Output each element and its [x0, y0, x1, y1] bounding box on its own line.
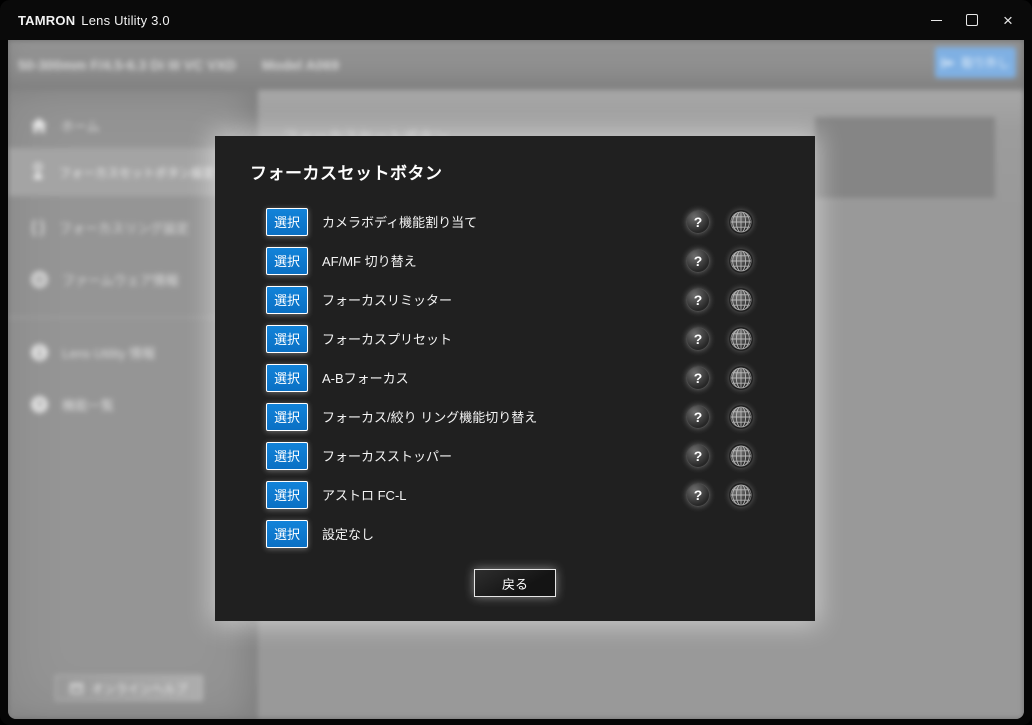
help-icon[interactable]: ? — [686, 249, 710, 273]
sidebar-item-label: フォーカスセットボタン設定 — [59, 164, 215, 181]
focus-set-button-dialog: フォーカスセットボタン 選択 カメラボディ機能割り当て ? — [215, 136, 815, 621]
lens-header: 50-300mm F/4.5-6.3 Di III VC VXD Model A… — [8, 40, 1024, 90]
function-row: 選択 フォーカス/絞り リング機能切り替え ? — [215, 397, 815, 436]
function-row: 選択 アストロ FC-L ? — [215, 475, 815, 514]
minimize-button[interactable] — [918, 0, 954, 40]
row-label: アストロ FC-L — [322, 485, 407, 504]
web-icon[interactable] — [729, 327, 753, 351]
focus-ring-icon — [30, 218, 46, 238]
firmware-icon — [30, 270, 49, 289]
function-row: 選択 A-Bフォーカス ? — [215, 358, 815, 397]
sidebar-item-label: フォーカスリング設定 — [59, 218, 189, 237]
back-button[interactable]: 戻る — [474, 569, 556, 597]
help-icon[interactable]: ? — [686, 366, 710, 390]
close-button[interactable]: × — [990, 0, 1026, 40]
select-button[interactable]: 選択 — [266, 520, 308, 548]
online-help-button[interactable]: オンラインヘルプ — [55, 675, 203, 701]
disconnect-label: 取り外し — [961, 54, 1009, 71]
web-icon[interactable] — [729, 405, 753, 429]
function-list-icon: ? — [30, 395, 49, 414]
info-icon — [30, 343, 49, 362]
content-placeholder-panel — [815, 117, 995, 198]
function-row: 選択 フォーカスストッパー ? — [215, 436, 815, 475]
select-button[interactable]: 選択 — [266, 442, 308, 470]
minimize-icon — [931, 20, 942, 21]
function-list: 選択 カメラボディ機能割り当て ? — [215, 202, 815, 553]
sidebar-item-label: Lens Utility 情報 — [62, 343, 155, 362]
eject-left-icon — [941, 57, 955, 69]
row-label: 設定なし — [322, 524, 374, 543]
help-icon[interactable]: ? — [686, 327, 710, 351]
row-label: フォーカスストッパー — [322, 446, 452, 465]
help-icon[interactable]: ? — [686, 288, 710, 312]
titlebar: TAMRON Lens Utility 3.0 × — [0, 0, 1032, 40]
external-window-icon — [70, 683, 83, 694]
web-icon[interactable] — [729, 210, 753, 234]
row-label: A-Bフォーカス — [322, 368, 409, 387]
select-button[interactable]: 選択 — [266, 364, 308, 392]
help-icon[interactable]: ? — [686, 444, 710, 468]
lens-model: Model A069 — [262, 57, 339, 73]
window-controls: × — [918, 0, 1026, 40]
function-row: 選択 フォーカスプリセット ? — [215, 319, 815, 358]
sidebar-item-label: ホーム — [61, 116, 100, 135]
function-row: 選択 AF/MF 切り替え ? — [215, 241, 815, 280]
home-icon — [30, 117, 48, 134]
maximize-button[interactable] — [954, 0, 990, 40]
web-icon[interactable] — [729, 288, 753, 312]
row-label: カメラボディ機能割り当て — [322, 212, 477, 231]
select-button[interactable]: 選択 — [266, 481, 308, 509]
close-icon: × — [1003, 12, 1013, 29]
web-icon[interactable] — [729, 483, 753, 507]
select-button[interactable]: 選択 — [266, 208, 308, 236]
lens-name: 50-300mm F/4.5-6.3 Di III VC VXD — [18, 57, 236, 73]
help-icon[interactable]: ? — [686, 210, 710, 234]
online-help-label: オンラインヘルプ — [91, 680, 187, 697]
sidebar-item-label: ファームウェア情報 — [62, 270, 179, 289]
function-row: 選択 フォーカスリミッター ? — [215, 280, 815, 319]
row-label: フォーカス/絞り リング機能切り替え — [322, 407, 537, 426]
web-icon[interactable] — [729, 366, 753, 390]
web-icon[interactable] — [729, 249, 753, 273]
dialog-title: フォーカスセットボタン — [250, 159, 443, 184]
disconnect-button[interactable]: 取り外し — [935, 47, 1016, 78]
web-icon[interactable] — [729, 444, 753, 468]
brand-name: TAMRON — [18, 13, 75, 28]
select-button[interactable]: 選択 — [266, 403, 308, 431]
maximize-icon — [966, 14, 978, 26]
app-title-text: Lens Utility 3.0 — [81, 13, 169, 28]
help-icon[interactable]: ? — [686, 405, 710, 429]
row-label: フォーカスプリセット — [322, 329, 452, 348]
select-button[interactable]: 選択 — [266, 325, 308, 353]
function-row: 選択 カメラボディ機能割り当て ? — [215, 202, 815, 241]
select-button[interactable]: 選択 — [266, 286, 308, 314]
sidebar-item-label: 機能一覧 — [62, 395, 114, 414]
svg-text:?: ? — [36, 399, 43, 411]
row-label: AF/MF 切り替え — [322, 251, 417, 270]
help-icon[interactable]: ? — [686, 483, 710, 507]
app-window: TAMRON Lens Utility 3.0 × 50-300mm F/4.5-… — [0, 0, 1032, 725]
function-row: 選択 設定なし — [215, 514, 815, 553]
focus-set-button-icon — [30, 162, 46, 182]
row-label: フォーカスリミッター — [322, 290, 452, 309]
app-title: TAMRON Lens Utility 3.0 — [18, 13, 170, 28]
select-button[interactable]: 選択 — [266, 247, 308, 275]
